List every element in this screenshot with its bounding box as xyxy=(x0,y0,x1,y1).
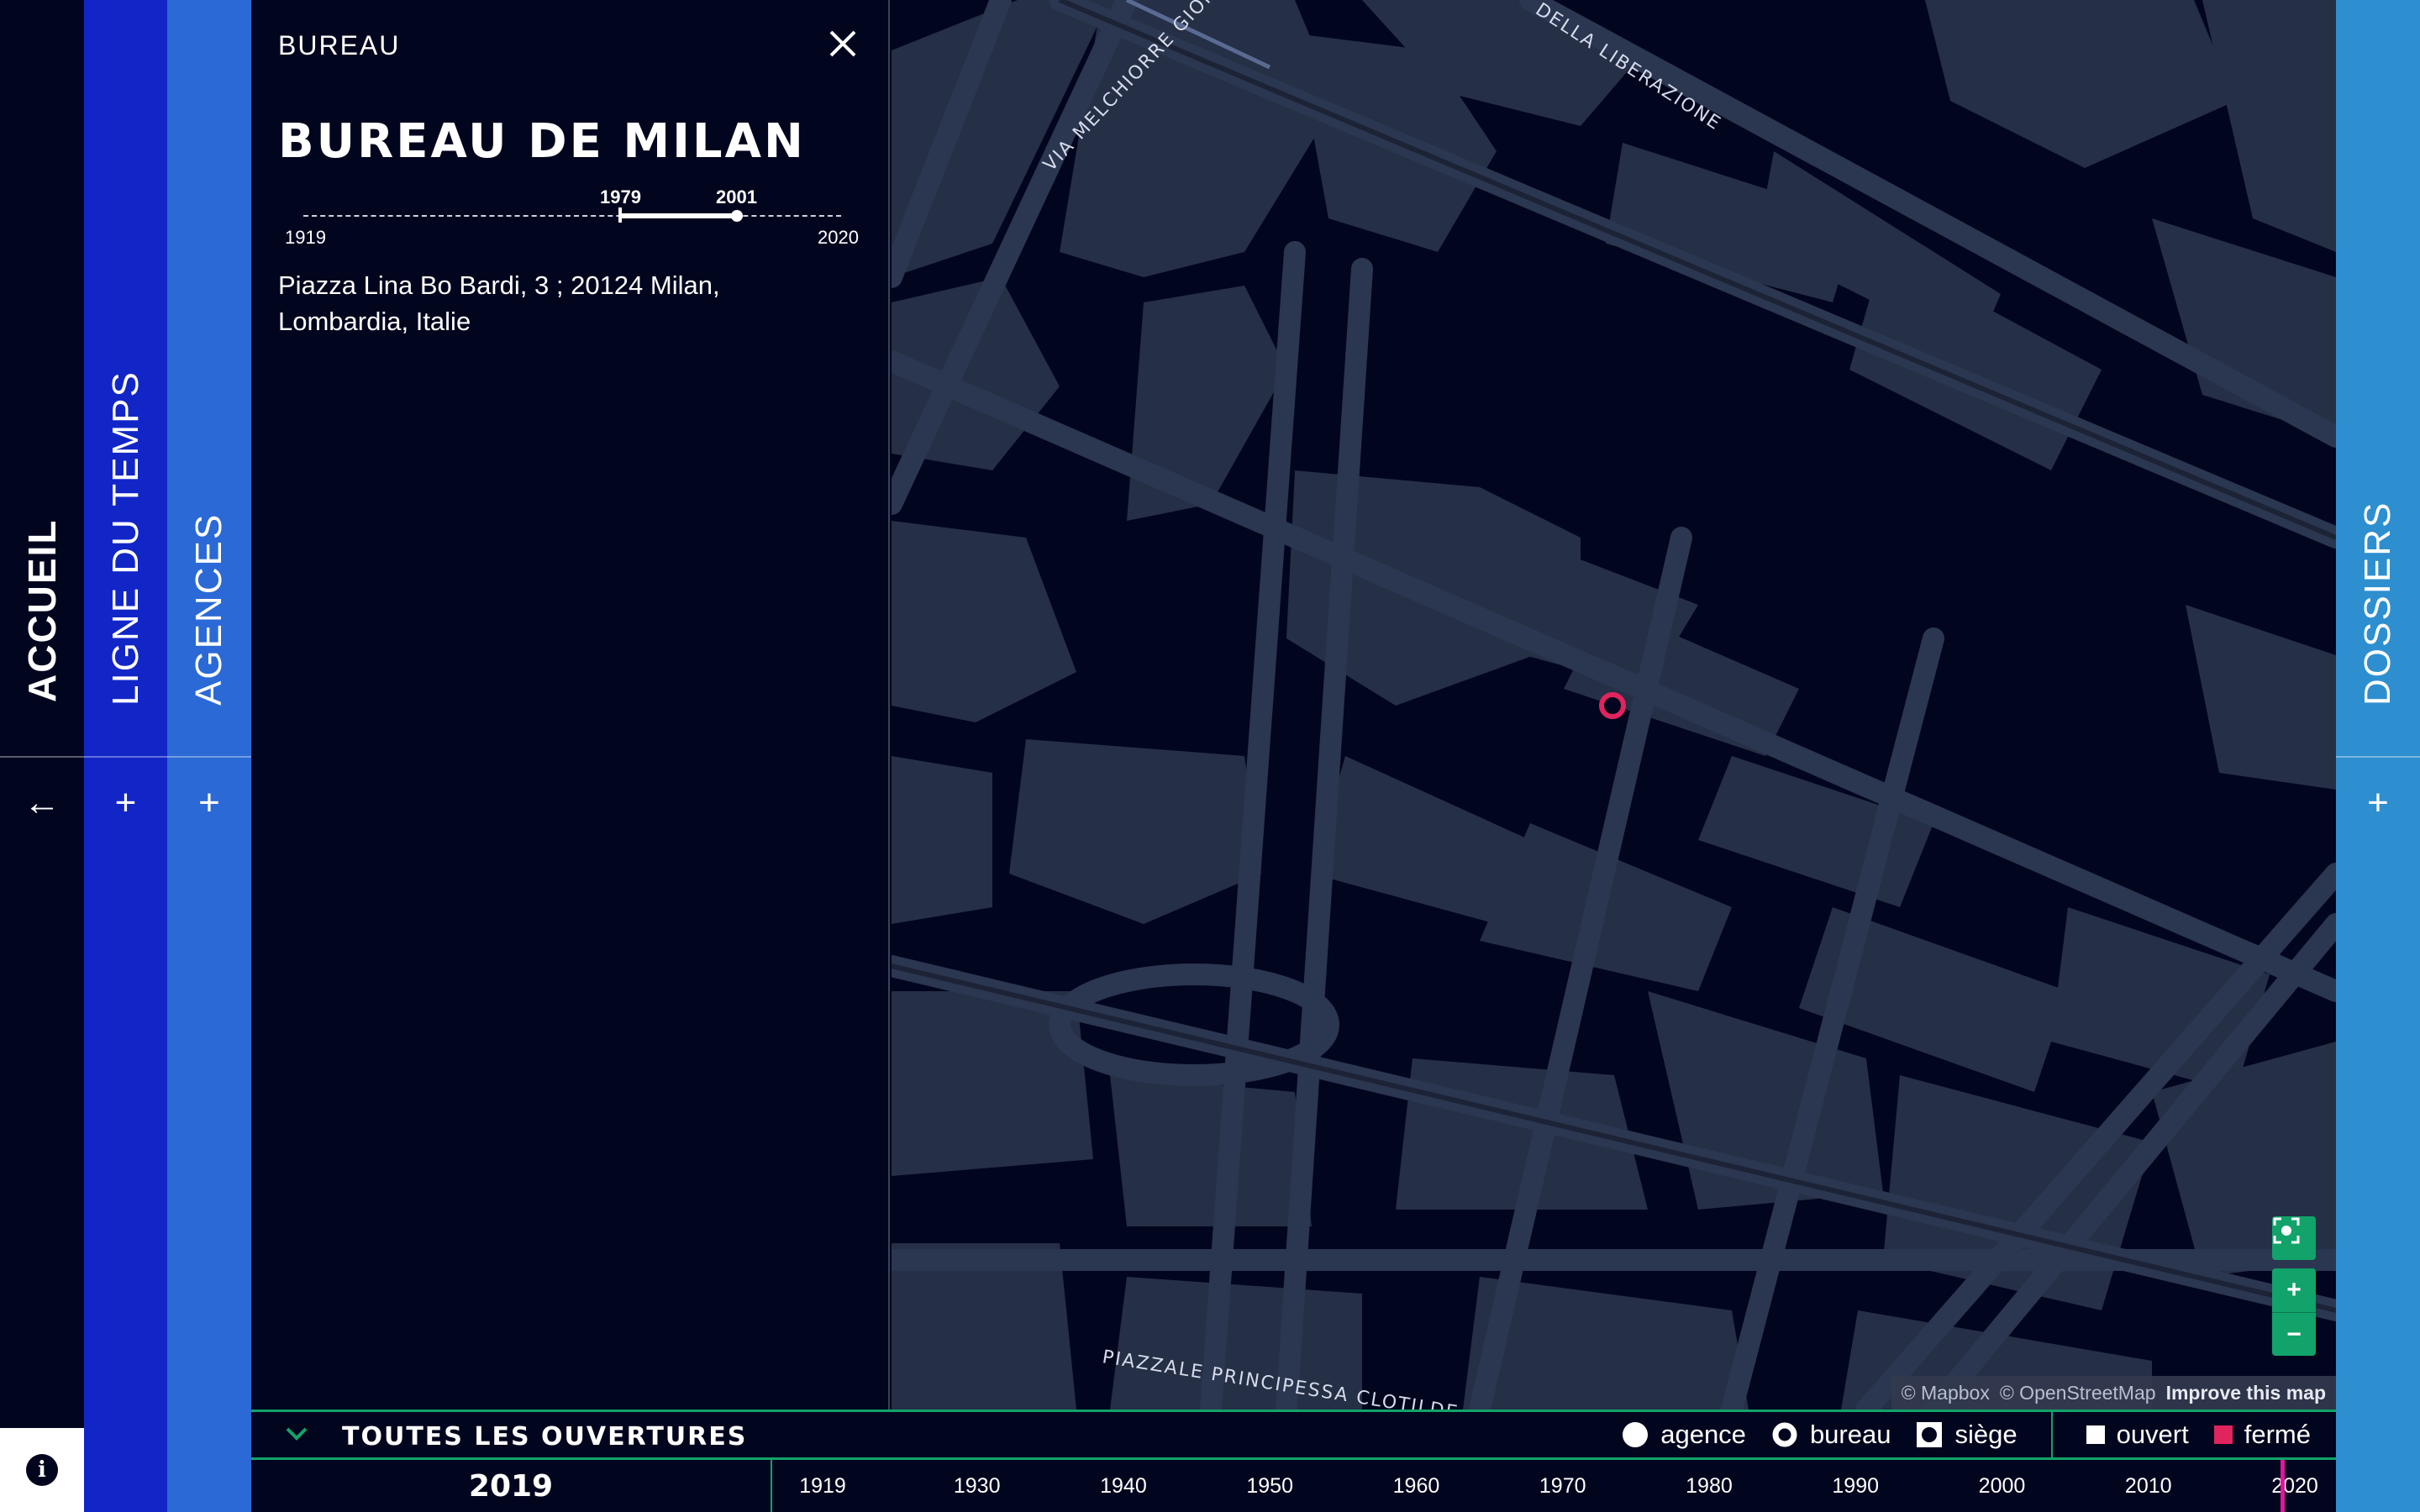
nav-home-label[interactable]: ACCUEIL xyxy=(19,519,65,702)
timeline-decade[interactable]: 1940 xyxy=(1100,1460,1147,1512)
legend-agence: agence xyxy=(1622,1420,1746,1450)
nav-agencies[interactable]: AGENCES + xyxy=(167,0,251,1512)
legend-divider xyxy=(2050,1412,2053,1457)
arrow-left-icon: ← xyxy=(24,782,60,823)
ring-icon xyxy=(1772,1422,1797,1447)
legend-ouvert-label: ouvert xyxy=(2116,1420,2189,1449)
page-title: BUREAU DE MILAN xyxy=(278,114,806,169)
current-year: 2019 xyxy=(251,1460,772,1512)
legend-siege-label: siège xyxy=(1954,1420,2018,1449)
info-button[interactable]: i xyxy=(0,1428,84,1512)
timeline-decade[interactable]: 2010 xyxy=(2125,1460,2172,1512)
zoom-out-button[interactable]: − xyxy=(2272,1312,2316,1356)
nav-timeline-label-wrap: LIGNE DU TEMPS xyxy=(84,0,168,748)
legend-title[interactable]: TOUTES LES OUVERTURES xyxy=(342,1422,747,1452)
span-active-line xyxy=(620,213,737,218)
span-start-tick xyxy=(618,207,622,223)
nav-agencies-label-wrap: AGENCES xyxy=(167,0,251,748)
timeline-decade[interactable]: 2000 xyxy=(1979,1460,2026,1512)
nav-timeline-label[interactable]: LIGNE DU TEMPS xyxy=(105,370,147,706)
plus-icon: + xyxy=(114,782,137,823)
nav-home[interactable]: ACCUEIL ← i xyxy=(0,0,84,1512)
nav-home-label-wrap: ACCUEIL xyxy=(0,0,84,748)
timeline-decade[interactable]: 1960 xyxy=(1393,1460,1440,1512)
timeline-cursor[interactable] xyxy=(2280,1460,2285,1512)
legend-siege: siège xyxy=(1916,1420,2018,1450)
nav-timeline[interactable]: LIGNE DU TEMPS + xyxy=(84,0,167,1512)
agencies-expand-button[interactable]: + xyxy=(167,761,251,845)
legend-agence-label: agence xyxy=(1660,1420,1746,1449)
timeline-decade[interactable]: 2020 xyxy=(2271,1460,2318,1512)
span-min-year: 1919 xyxy=(285,227,326,248)
close-icon[interactable] xyxy=(824,25,861,62)
fullscreen-icon xyxy=(2273,1217,2300,1244)
nav-dossiers[interactable]: DOSSIERS + xyxy=(2336,0,2420,1512)
map-controls: + − xyxy=(2272,1216,2316,1356)
filled-circle-icon xyxy=(1623,1422,1649,1447)
legend-ferme: fermé xyxy=(2213,1420,2311,1450)
panel-kicker: BUREAU xyxy=(278,30,401,60)
improve-map-link[interactable]: Improve this map xyxy=(2166,1382,2326,1404)
attribution-mapbox[interactable]: © Mapbox xyxy=(1902,1382,1990,1404)
map-tiles[interactable]: VIA MELCHIORRE GIOIA DELLA LIBERAZIONE P… xyxy=(892,0,2336,1410)
activity-span xyxy=(303,189,841,248)
timeline-decade[interactable]: 1919 xyxy=(799,1460,846,1512)
legend-ouvert: ouvert xyxy=(2086,1420,2189,1450)
legend-bureau-label: bureau xyxy=(1809,1420,1891,1449)
legend-ferme-label: fermé xyxy=(2244,1420,2311,1449)
map-attribution: © Mapbox © OpenStreetMap Improve this ma… xyxy=(1891,1376,2336,1410)
span-start-year: 1979 xyxy=(600,186,641,207)
attribution-osm[interactable]: © OpenStreetMap xyxy=(2000,1382,2156,1404)
office-address: Piazza Lina Bo Bardi, 3 ; 20124 Milan, L… xyxy=(278,270,720,336)
timeline-decade[interactable]: 1970 xyxy=(1539,1460,1586,1512)
legend-bureau: bureau xyxy=(1771,1420,1891,1450)
square-dot-icon xyxy=(1917,1422,1943,1447)
span-end-knob xyxy=(731,210,743,222)
timeline-decade[interactable]: 1950 xyxy=(1246,1460,1293,1512)
legend-bar: TOUTES LES OUVERTURES agence bureau sièg… xyxy=(251,1410,2336,1460)
info-icon: i xyxy=(26,1454,58,1486)
bottom-timeline: TOUTES LES OUVERTURES agence bureau sièg… xyxy=(251,1410,2336,1512)
back-button[interactable]: ← xyxy=(0,761,84,845)
timeline-decade[interactable]: 1980 xyxy=(1686,1460,1733,1512)
nav-dossiers-label-wrap: DOSSIERS xyxy=(2336,0,2420,748)
map-canvas[interactable]: VIA MELCHIORRE GIOIA DELLA LIBERAZIONE P… xyxy=(892,0,2336,1410)
plus-icon: + xyxy=(2367,782,2389,823)
zoom-in-button[interactable]: + xyxy=(2272,1268,2316,1312)
timeline-decade[interactable]: 1990 xyxy=(1832,1460,1879,1512)
span-end-year: 2001 xyxy=(716,186,757,207)
recenter-button[interactable] xyxy=(2272,1216,2316,1260)
nav-agencies-label[interactable]: AGENCES xyxy=(188,513,230,706)
span-max-year: 2020 xyxy=(818,227,859,248)
office-panel: BUREAU BUREAU DE MILAN 1979 2001 1919 20… xyxy=(251,0,890,1410)
dossiers-expand-button[interactable]: + xyxy=(2336,761,2420,845)
chevron-down-icon[interactable] xyxy=(285,1425,308,1442)
legend-items: agence bureau siège ouvert fermé xyxy=(1597,1412,2311,1457)
closed-square-icon xyxy=(2213,1425,2233,1444)
zoom-controls: + − xyxy=(2272,1268,2316,1356)
timeline-years[interactable]: 2019 1919 1930 1940 1950 1960 1970 1980 1990 200… xyxy=(251,1460,2336,1512)
timeline-decade[interactable]: 1930 xyxy=(954,1460,1001,1512)
span-dashed-line xyxy=(303,215,841,217)
nav-dossiers-label[interactable]: DOSSIERS xyxy=(2357,501,2399,706)
plus-icon: + xyxy=(198,782,220,823)
timeline-expand-button[interactable]: + xyxy=(84,761,167,845)
office-marker[interactable] xyxy=(1599,692,1626,719)
open-square-icon xyxy=(2086,1425,2105,1444)
